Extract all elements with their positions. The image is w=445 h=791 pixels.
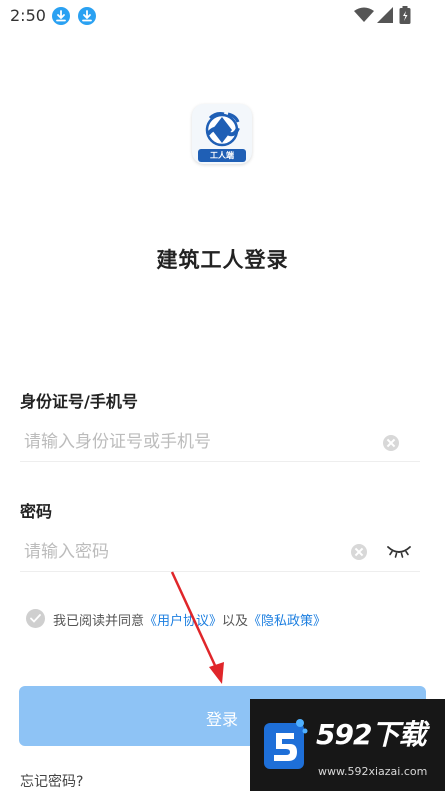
app-logo: 工人端	[192, 104, 252, 164]
status-bar: 2:50	[0, 0, 445, 32]
status-time: 2:50	[10, 6, 46, 25]
agreement-conjunction: 以及	[222, 614, 249, 629]
page-title: 建筑工人登录	[156, 248, 289, 272]
download-notification-icon	[78, 7, 96, 25]
agreement-checkbox[interactable]	[26, 609, 45, 628]
clear-account-icon[interactable]	[383, 435, 399, 451]
forgot-password-link[interactable]: 忘记密码?	[20, 771, 83, 791]
password-field-label: 密码	[20, 502, 53, 521]
watermark-title: 592下载	[316, 718, 426, 751]
login-button-label: 登录	[206, 710, 239, 729]
account-input[interactable]	[20, 422, 420, 462]
watermark: 592下载 www.592xiazai.com	[250, 699, 445, 791]
logo-tag: 工人端	[198, 149, 246, 162]
watermark-logo-icon	[262, 717, 308, 773]
account-field-label: 身份证号/手机号	[20, 392, 138, 411]
privacy-policy-link[interactable]: 《隐私政策》	[248, 614, 326, 629]
watermark-url: www.592xiazai.com	[318, 765, 428, 778]
user-agreement-link[interactable]: 《用户协议》	[144, 614, 222, 629]
download-notification-icon	[52, 7, 70, 25]
eye-closed-icon[interactable]	[386, 543, 412, 559]
agreement-prefix: 我已阅读并同意	[53, 614, 145, 629]
clear-password-icon[interactable]	[351, 544, 367, 560]
